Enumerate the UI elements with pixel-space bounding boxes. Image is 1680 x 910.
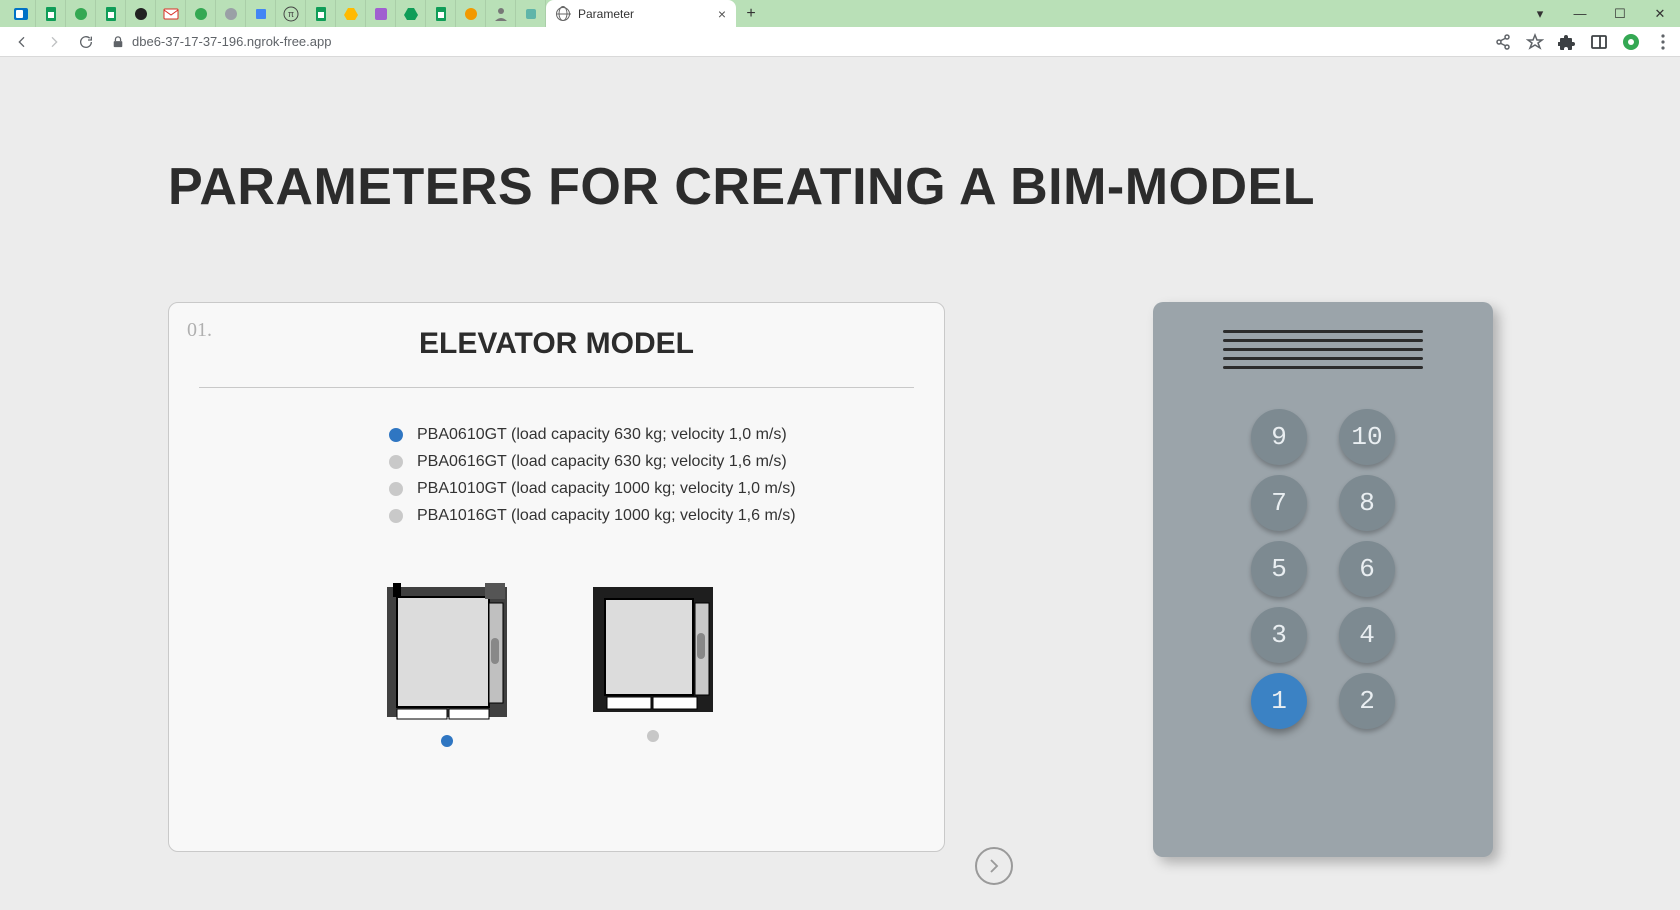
tab-icon-purple[interactable]	[366, 0, 396, 27]
tab-icon-sheets-3[interactable]	[306, 0, 336, 27]
tab-icon-grey[interactable]	[216, 0, 246, 27]
floor-button-5[interactable]: 5	[1251, 541, 1307, 597]
tab-icon-sheets-4[interactable]	[426, 0, 456, 27]
model-radio-list: PBA0610GT (load capacity 630 kg; velocit…	[389, 426, 914, 525]
key-label: 8	[1359, 488, 1375, 518]
floor-button-9[interactable]: 9	[1251, 409, 1307, 465]
page-viewport[interactable]: PARAMETERS FOR CREATING A BIM-MODEL 01. …	[0, 57, 1680, 910]
tab-icon-person[interactable]	[486, 0, 516, 27]
page-title: PARAMETERS FOR CREATING A BIM-MODEL	[168, 157, 1315, 217]
window-controls: ▾ — ☐ ✕	[1520, 0, 1680, 27]
active-tab[interactable]: Parameter ×	[546, 0, 736, 27]
radio-label: PBA0616GT (load capacity 630 kg; velocit…	[417, 453, 787, 471]
key-label: 4	[1359, 620, 1375, 650]
radio-option-2[interactable]: PBA1010GT (load capacity 1000 kg; veloci…	[389, 480, 914, 498]
step-number: 01.	[187, 319, 212, 342]
new-tab-button[interactable]: +	[736, 0, 766, 27]
key-label: 10	[1351, 422, 1382, 452]
next-step-button[interactable]	[975, 847, 1013, 885]
extensions-icon[interactable]	[1558, 33, 1576, 51]
tab-icon-outlook[interactable]	[6, 0, 36, 27]
radio-option-1[interactable]: PBA0616GT (load capacity 630 kg; velocit…	[389, 453, 914, 471]
floor-button-10[interactable]: 10	[1339, 409, 1395, 465]
tab-icon-drive[interactable]	[336, 0, 366, 27]
diagram-select-dot	[647, 730, 659, 742]
key-label: 1	[1271, 686, 1287, 716]
back-button[interactable]	[8, 28, 36, 56]
svg-text:π: π	[287, 9, 293, 19]
radio-dot-icon	[389, 482, 403, 496]
key-label: 6	[1359, 554, 1375, 584]
floor-button-2[interactable]: 2	[1339, 673, 1395, 729]
browser-tab-strip: π Parameter × + ▾ — ☐ ✕	[0, 0, 1680, 27]
tabs-dropdown-icon[interactable]: ▾	[1520, 0, 1560, 27]
floor-button-3[interactable]: 3	[1251, 607, 1307, 663]
radio-label: PBA0610GT (load capacity 630 kg; velocit…	[417, 426, 787, 444]
floor-button-4[interactable]: 4	[1339, 607, 1395, 663]
active-tab-title: Parameter	[578, 7, 634, 21]
elevator-model-card: 01. ELEVATOR MODEL PBA0610GT (load capac…	[168, 302, 945, 852]
tab-icon-orange[interactable]	[456, 0, 486, 27]
keypad: 9 10 7 8 5 6 3 4 1 2	[1153, 409, 1493, 729]
floor-button-8[interactable]: 8	[1339, 475, 1395, 531]
radio-label: PBA1016GT (load capacity 1000 kg; veloci…	[417, 507, 796, 525]
tab-icon-sheets[interactable]	[36, 0, 66, 27]
radio-dot-icon	[389, 455, 403, 469]
radio-option-3[interactable]: PBA1016GT (load capacity 1000 kg; veloci…	[389, 507, 914, 525]
key-label: 2	[1359, 686, 1375, 716]
key-label: 5	[1271, 554, 1287, 584]
layout-diagram-0[interactable]	[379, 583, 514, 747]
tab-icon-gmail[interactable]	[156, 0, 186, 27]
address-bar[interactable]: dbe6-37-17-37-196.ngrok-free.app	[112, 34, 331, 49]
radio-dot-icon	[389, 428, 403, 442]
card-divider	[199, 387, 914, 388]
reload-button[interactable]	[72, 28, 100, 56]
share-icon[interactable]	[1494, 33, 1512, 51]
forward-button[interactable]	[40, 28, 68, 56]
tab-icon-drive-2[interactable]	[396, 0, 426, 27]
layout-diagram-1[interactable]	[589, 583, 717, 747]
globe-icon	[556, 7, 570, 21]
kebab-menu-icon[interactable]	[1654, 33, 1672, 51]
key-label: 3	[1271, 620, 1287, 650]
floor-button-6[interactable]: 6	[1339, 541, 1395, 597]
tab-icon-sheets-2[interactable]	[96, 0, 126, 27]
floor-button-1[interactable]: 1	[1251, 673, 1307, 729]
card-heading: ELEVATOR MODEL	[199, 327, 914, 361]
lock-icon	[112, 36, 124, 48]
tab-icon-green-1[interactable]	[66, 0, 96, 27]
radio-option-0[interactable]: PBA0610GT (load capacity 630 kg; velocit…	[389, 426, 914, 444]
window-close-button[interactable]: ✕	[1640, 0, 1680, 27]
tab-icon-green-2[interactable]	[186, 0, 216, 27]
tab-icon-pi[interactable]: π	[276, 0, 306, 27]
tab-icon-teal[interactable]	[516, 0, 546, 27]
floor-button-7[interactable]: 7	[1251, 475, 1307, 531]
bookmark-star-icon[interactable]	[1526, 33, 1544, 51]
tab-icon-blue[interactable]	[246, 0, 276, 27]
elevator-keypad-panel: 9 10 7 8 5 6 3 4 1 2	[1153, 302, 1493, 857]
radio-label: PBA1010GT (load capacity 1000 kg; veloci…	[417, 480, 796, 498]
close-tab-icon[interactable]: ×	[718, 6, 726, 22]
speaker-grille-icon	[1223, 330, 1423, 369]
diagram-select-dot	[441, 735, 453, 747]
key-label: 9	[1271, 422, 1287, 452]
window-minimize-button[interactable]: —	[1560, 0, 1600, 27]
radio-dot-icon	[389, 509, 403, 523]
url-text: dbe6-37-17-37-196.ngrok-free.app	[132, 34, 331, 49]
browser-toolbar: dbe6-37-17-37-196.ngrok-free.app	[0, 27, 1680, 57]
panel-icon[interactable]	[1590, 33, 1608, 51]
window-maximize-button[interactable]: ☐	[1600, 0, 1640, 27]
key-label: 7	[1271, 488, 1287, 518]
tab-icon-dark[interactable]	[126, 0, 156, 27]
profile-avatar-icon[interactable]	[1622, 33, 1640, 51]
